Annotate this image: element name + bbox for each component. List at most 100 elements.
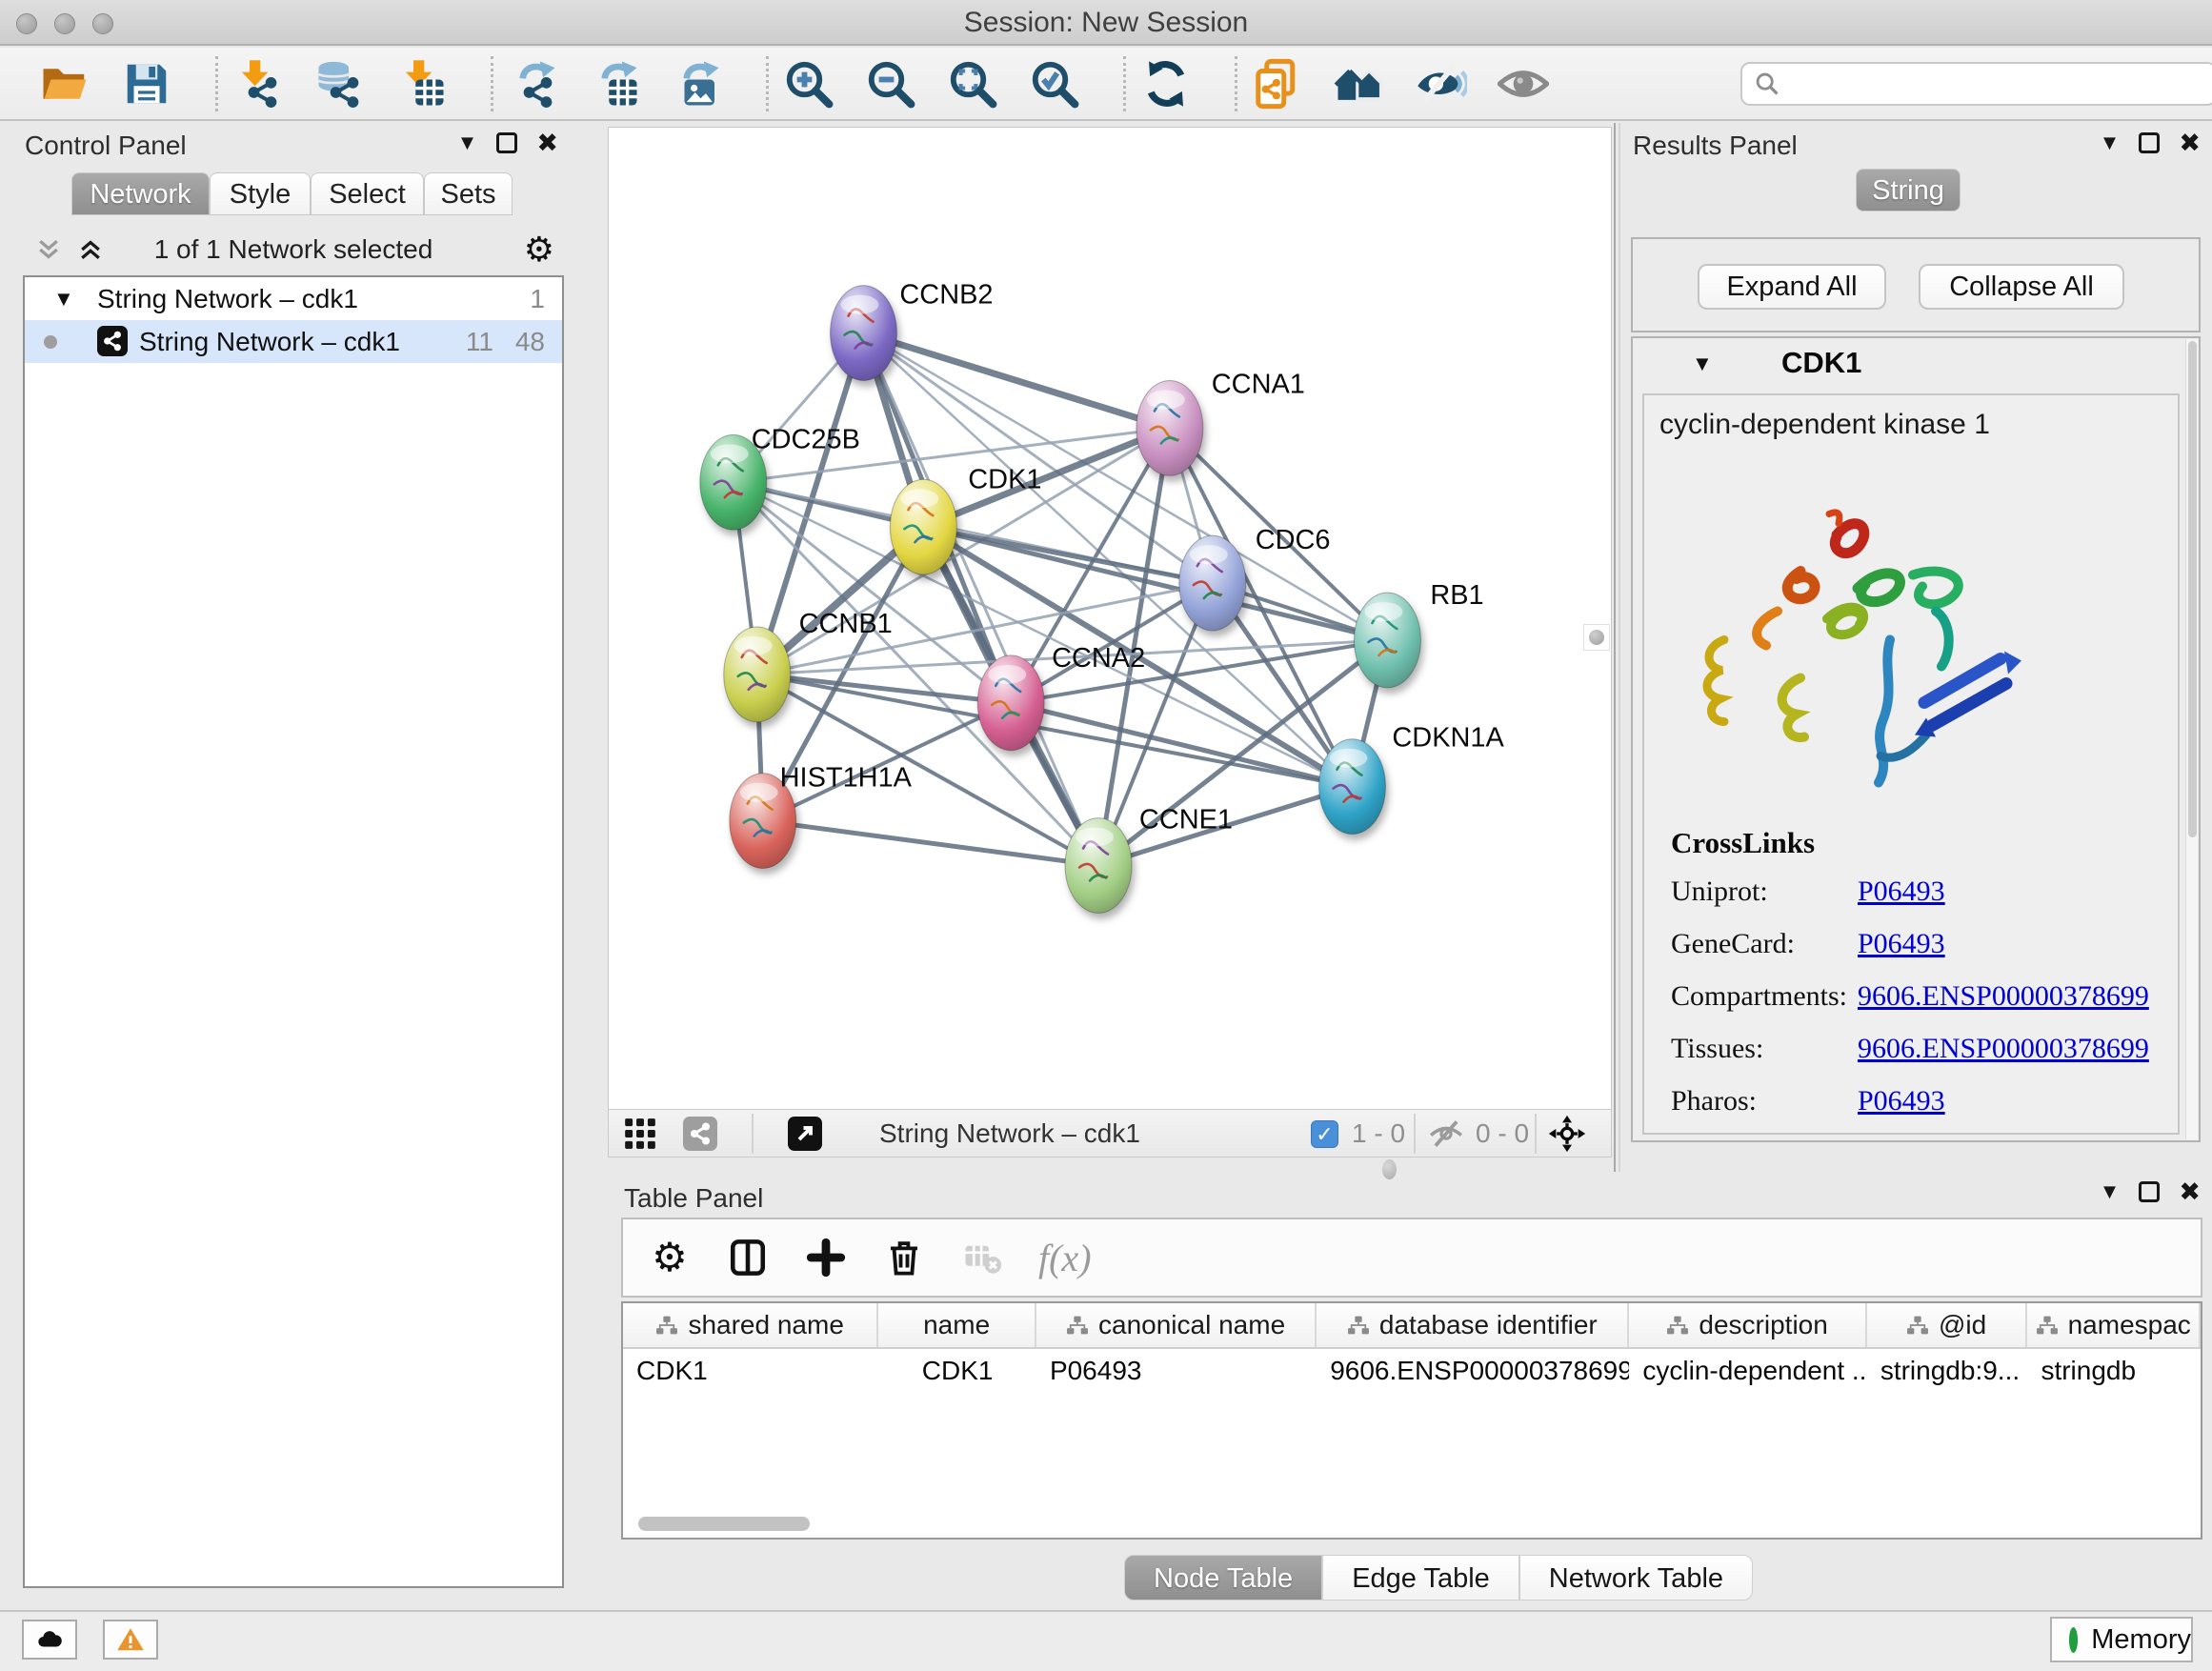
zoom-in-icon: [783, 58, 835, 110]
gene-section-caret-icon[interactable]: ▼: [1692, 352, 1713, 376]
table-row[interactable]: CDK1CDK1P064939606.ENSP00000378699cyclin…: [623, 1349, 2201, 1393]
hide-selected-button[interactable]: [1415, 55, 1468, 112]
network-collection-row[interactable]: ▼ String Network – cdk1 1: [25, 277, 562, 320]
first-neighbors-button[interactable]: [1333, 55, 1386, 112]
column-header-canonical-name[interactable]: canonical name: [1036, 1303, 1317, 1347]
crosslink-label: GeneCard:: [1671, 928, 1858, 960]
vertical-divider[interactable]: [1614, 123, 1616, 1172]
crosslink-label: Pharos:: [1671, 1085, 1858, 1117]
delete-column-icon[interactable]: [882, 1236, 926, 1279]
zoom-selected-button[interactable]: [1028, 55, 1081, 112]
expand-all-button[interactable]: Expand All: [1698, 264, 1886, 310]
tab-select[interactable]: Select: [311, 172, 424, 215]
zoom-in-button[interactable]: [782, 55, 835, 112]
export-image-button[interactable]: [671, 55, 724, 112]
export-image-icon: [672, 58, 723, 110]
application-window: Session: New Session ? Control Panel ▼ ✖…: [0, 0, 2212, 1671]
copy-network-button[interactable]: [1251, 55, 1304, 112]
open-session-button[interactable]: [38, 55, 91, 112]
tab-sets[interactable]: Sets: [424, 172, 513, 215]
column-type-icon: [1347, 1315, 1370, 1336]
crosslink-link-compartments[interactable]: 9606.ENSP00000378699: [1858, 980, 2149, 1013]
table-options-gear-icon[interactable]: ⚙: [648, 1236, 692, 1279]
crosslink-link-uniprot[interactable]: P06493: [1858, 876, 1945, 908]
network-canvas[interactable]: CCNB2 CCNA1 CDC25B CDK1 CDC6 RB1 CCNB1 C…: [608, 127, 1612, 1110]
crosslink-link-tissues[interactable]: 9606.ENSP00000378699: [1858, 1033, 2149, 1065]
control-panel-maximize-button[interactable]: [496, 132, 517, 153]
column-header-name[interactable]: name: [878, 1303, 1036, 1347]
collection-caret-icon[interactable]: ▼: [53, 277, 74, 320]
gene-symbol: CDK1: [1781, 346, 1861, 380]
network-label: String Network – cdk1: [139, 320, 400, 363]
table-panel-close-button[interactable]: ✖: [2179, 1179, 2201, 1204]
external-view-icon[interactable]: [788, 1117, 822, 1151]
import-table-button[interactable]: [395, 55, 449, 112]
crosslink-label: Tissues:: [1671, 1033, 1858, 1065]
column-header-database-identifier[interactable]: database identifier: [1317, 1303, 1629, 1347]
refresh-button[interactable]: [1139, 55, 1193, 112]
gene-section-header[interactable]: ▼ CDK1: [1633, 338, 2199, 392]
tab-string[interactable]: String: [1856, 169, 1961, 211]
network-thumbnail-icon[interactable]: [683, 1117, 717, 1151]
tab-edge-table[interactable]: Edge Table: [1322, 1555, 1519, 1601]
network-node-RB1[interactable]: RB1: [1355, 580, 1484, 688]
tab-network-table[interactable]: Network Table: [1519, 1555, 1753, 1601]
network-options-gear-icon[interactable]: ⚙: [524, 228, 554, 272]
column-header-description[interactable]: description: [1629, 1303, 1866, 1347]
zoom-out-button[interactable]: [864, 55, 917, 112]
canvas-splitter-handle[interactable]: [1583, 624, 1610, 651]
export-table-icon: [590, 58, 641, 110]
column-header-namespac[interactable]: namespac: [2027, 1303, 2201, 1347]
delete-table-icon[interactable]: [960, 1236, 1004, 1279]
hidden-eye-icon[interactable]: [1428, 1116, 1464, 1152]
network-row-selected[interactable]: String Network – cdk1 11 48: [25, 320, 562, 363]
column-header--id[interactable]: @id: [1867, 1303, 2028, 1347]
zoom-fit-button[interactable]: [946, 55, 999, 112]
crosslink-link-pharos[interactable]: P06493: [1858, 1085, 1945, 1117]
results-panel-close-button[interactable]: ✖: [2179, 131, 2201, 155]
tab-style[interactable]: Style: [210, 172, 311, 215]
crosslinks-section: CrossLinks Uniprot:P06493GeneCard:P06493…: [1671, 826, 2166, 1137]
import-network-database-button[interactable]: [313, 55, 367, 112]
import-network-file-button[interactable]: [231, 55, 285, 112]
show-columns-icon[interactable]: [726, 1236, 770, 1279]
tab-network[interactable]: Network: [71, 172, 210, 215]
export-network-button[interactable]: [507, 55, 560, 112]
tab-node-table[interactable]: Node Table: [1124, 1555, 1322, 1601]
table-cell: stringdb: [2027, 1349, 2201, 1393]
show-hidden-button[interactable]: [1497, 55, 1550, 112]
cloud-button[interactable]: [22, 1620, 77, 1660]
results-panel-float-button[interactable]: ▼: [2100, 131, 2121, 155]
network-edge-HIST1H1A-CCNE1[interactable]: [763, 821, 1098, 866]
node-label-CCNB2: CCNB2: [899, 280, 993, 311]
network-node-CCNA1[interactable]: CCNA1: [1136, 369, 1305, 475]
network-node-CDKN1A[interactable]: CDKN1A: [1319, 723, 1505, 835]
function-builder-icon[interactable]: f(x): [1038, 1236, 1092, 1280]
grid-view-icon[interactable]: [622, 1116, 658, 1152]
results-panel-maximize-button[interactable]: [2139, 132, 2160, 153]
collapse-all-button[interactable]: Collapse All: [1919, 264, 2124, 310]
table-panel-maximize-button[interactable]: [2139, 1181, 2160, 1202]
results-scrollbar[interactable]: [2185, 339, 2198, 1139]
warnings-button[interactable]: [103, 1620, 158, 1660]
node-table[interactable]: shared namename canonical name database …: [621, 1301, 2202, 1540]
network-edge-CCNB2-RB1[interactable]: [864, 333, 1388, 640]
network-node-CCNE1[interactable]: CCNE1: [1065, 805, 1233, 914]
network-selection-status: 1 of 1 Network selected: [23, 228, 564, 272]
add-column-icon[interactable]: [804, 1236, 848, 1279]
crosslink-link-genecard[interactable]: P06493: [1858, 928, 1945, 960]
toolbar-separator: [1123, 56, 1126, 111]
control-panel-float-button[interactable]: ▼: [457, 131, 478, 155]
memory-button[interactable]: Memory: [2050, 1617, 2193, 1662]
column-header-shared-name[interactable]: shared name: [623, 1303, 878, 1347]
table-panel-float-button[interactable]: ▼: [2100, 1179, 2121, 1204]
search-input[interactable]: [1740, 62, 2212, 106]
selected-checkbox[interactable]: ✓: [1311, 1120, 1338, 1148]
network-edge-CCNB2-CCNA1[interactable]: [864, 333, 1170, 429]
control-panel-close-button[interactable]: ✖: [536, 131, 558, 155]
table-horizontal-scrollbar[interactable]: [636, 1517, 2202, 1532]
export-table-button[interactable]: [589, 55, 642, 112]
birdseye-view-icon[interactable]: [1548, 1115, 1586, 1153]
save-session-button[interactable]: [120, 55, 173, 112]
network-node-HIST1H1A[interactable]: HIST1H1A: [730, 763, 913, 869]
